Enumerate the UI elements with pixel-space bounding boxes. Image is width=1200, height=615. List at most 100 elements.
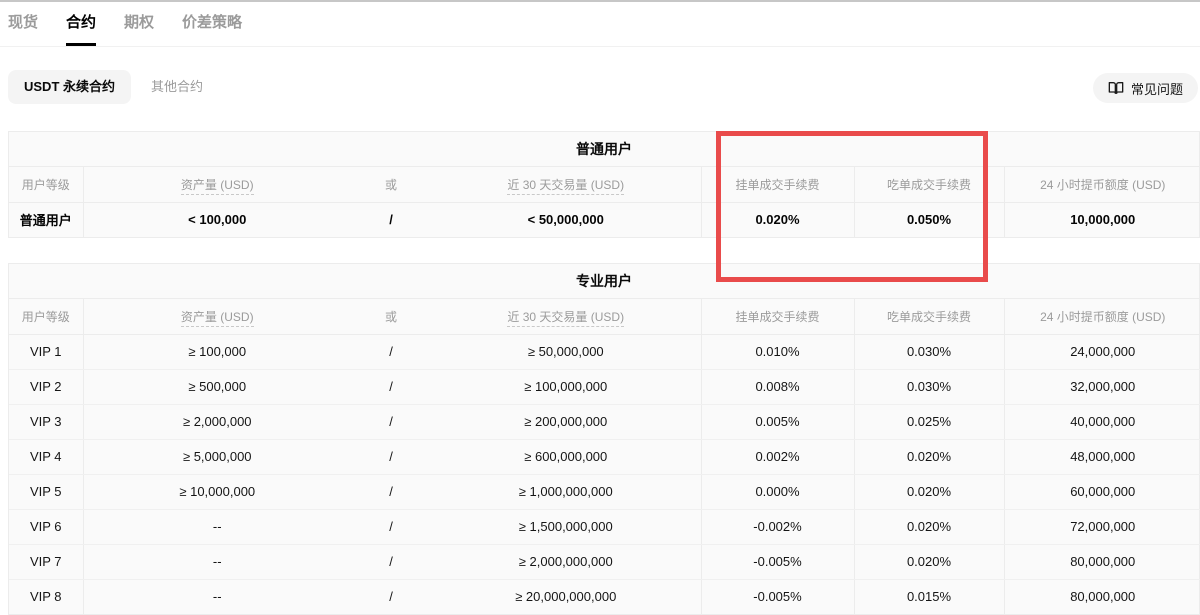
sub-tabs: USDT 永续合约其他合约 常见问题 bbox=[8, 70, 1192, 104]
fees-page: { "colors": { "accent": "#e94b4b", "mute… bbox=[0, 0, 1200, 612]
cell: VIP 8 bbox=[9, 579, 83, 614]
cell: ≥ 100,000,000 bbox=[431, 369, 701, 404]
cell: 40,000,000 bbox=[1004, 404, 1200, 439]
column-header: 用户等级 bbox=[9, 299, 83, 334]
table-regular-users: 普通用户 用户等级 资产量 (USD) 或 近 30 天交易量 (USD) 挂单成交手续… bbox=[8, 131, 1200, 238]
cell: ≥ 1,000,000,000 bbox=[431, 474, 701, 509]
cell: 32,000,000 bbox=[1004, 369, 1200, 404]
tab-options[interactable]: 期权 bbox=[124, 2, 154, 46]
table-row: VIP 1≥ 100,000/≥ 50,000,0000.010%0.030%2… bbox=[9, 334, 1200, 369]
tab-futures[interactable]: 合约 bbox=[66, 2, 96, 46]
column-header: 挂单成交手续费 bbox=[701, 167, 854, 202]
column-header: 近 30 天交易量 (USD) bbox=[431, 299, 701, 334]
cell: VIP 1 bbox=[9, 334, 83, 369]
cell: 80,000,000 bbox=[1004, 544, 1200, 579]
cell: 48,000,000 bbox=[1004, 439, 1200, 474]
pill-other-contracts[interactable]: 其他合约 bbox=[151, 70, 203, 104]
cell: ≥ 10,000,000 bbox=[83, 474, 351, 509]
cell: -0.002% bbox=[701, 509, 854, 544]
faq-button[interactable]: 常见问题 bbox=[1093, 73, 1198, 103]
cell: ≥ 20,000,000,000 bbox=[431, 579, 701, 614]
column-header: 资产量 (USD) bbox=[83, 299, 351, 334]
table-row: VIP 6--/≥ 1,500,000,000-0.002%0.020%72,0… bbox=[9, 509, 1200, 544]
cell: 0.015% bbox=[854, 579, 1004, 614]
fee-table: 用户等级 资产量 (USD) 或 近 30 天交易量 (USD) 挂单成交手续费吃单成交… bbox=[9, 167, 1200, 237]
cell: -0.005% bbox=[701, 544, 854, 579]
cell: 0.030% bbox=[854, 369, 1004, 404]
cell: -0.005% bbox=[701, 579, 854, 614]
cell: / bbox=[351, 439, 431, 474]
cell: 72,000,000 bbox=[1004, 509, 1200, 544]
cell: 0.030% bbox=[854, 334, 1004, 369]
cell: 0.008% bbox=[701, 369, 854, 404]
column-header: 用户等级 bbox=[9, 167, 83, 202]
cell: ≥ 500,000 bbox=[83, 369, 351, 404]
cell: 0.000% bbox=[701, 474, 854, 509]
table-row: VIP 2≥ 500,000/≥ 100,000,0000.008%0.030%… bbox=[9, 369, 1200, 404]
column-header: 资产量 (USD) bbox=[83, 167, 351, 202]
faq-button-label: 常见问题 bbox=[1131, 79, 1183, 98]
tooltip-header[interactable]: 近 30 天交易量 (USD) bbox=[507, 178, 624, 195]
cell: / bbox=[351, 369, 431, 404]
cell: VIP 5 bbox=[9, 474, 83, 509]
cell: -- bbox=[83, 509, 351, 544]
cell: 0.010% bbox=[701, 334, 854, 369]
table-row: VIP 5≥ 10,000,000/≥ 1,000,000,0000.000%0… bbox=[9, 474, 1200, 509]
book-open-icon bbox=[1108, 80, 1124, 96]
column-header: 吃单成交手续费 bbox=[854, 167, 1004, 202]
column-header: 24 小时提币额度 (USD) bbox=[1004, 299, 1200, 334]
contract-type-pills: USDT 永续合约其他合约 bbox=[8, 70, 1192, 104]
column-header: 近 30 天交易量 (USD) bbox=[431, 167, 701, 202]
table-pro-users: 专业用户 用户等级 资产量 (USD) 或 近 30 天交易量 (USD) 挂单成交手续… bbox=[8, 263, 1200, 615]
cell: VIP 6 bbox=[9, 509, 83, 544]
tooltip-header[interactable]: 资产量 (USD) bbox=[181, 178, 254, 195]
cell: 0.025% bbox=[854, 404, 1004, 439]
tab-spot[interactable]: 现货 bbox=[8, 2, 38, 46]
cell: ≥ 1,500,000,000 bbox=[431, 509, 701, 544]
cell: < 100,000 bbox=[83, 202, 351, 237]
cell: / bbox=[351, 334, 431, 369]
cell: / bbox=[351, 202, 431, 237]
cell: VIP 7 bbox=[9, 544, 83, 579]
table-title: 专业用户 bbox=[9, 264, 1199, 299]
table-row: VIP 3≥ 2,000,000/≥ 200,000,0000.005%0.02… bbox=[9, 404, 1200, 439]
table-row: VIP 7--/≥ 2,000,000,000-0.005%0.020%80,0… bbox=[9, 544, 1200, 579]
cell: VIP 4 bbox=[9, 439, 83, 474]
tooltip-header[interactable]: 近 30 天交易量 (USD) bbox=[507, 310, 624, 327]
cell: 0.050% bbox=[854, 202, 1004, 237]
cell: 普通用户 bbox=[9, 202, 83, 237]
cell: ≥ 50,000,000 bbox=[431, 334, 701, 369]
cell: VIP 2 bbox=[9, 369, 83, 404]
cell: ≥ 2,000,000 bbox=[83, 404, 351, 439]
cell: 0.020% bbox=[854, 474, 1004, 509]
cell: / bbox=[351, 509, 431, 544]
cell: 10,000,000 bbox=[1004, 202, 1200, 237]
cell: 0.002% bbox=[701, 439, 854, 474]
column-header: 挂单成交手续费 bbox=[701, 299, 854, 334]
tab-spread[interactable]: 价差策略 bbox=[182, 2, 242, 46]
column-header: 24 小时提币额度 (USD) bbox=[1004, 167, 1200, 202]
cell: 60,000,000 bbox=[1004, 474, 1200, 509]
pill-usdt-perpetual[interactable]: USDT 永续合约 bbox=[8, 70, 131, 104]
cell: 80,000,000 bbox=[1004, 579, 1200, 614]
cell: ≥ 100,000 bbox=[83, 334, 351, 369]
cell: / bbox=[351, 579, 431, 614]
cell: ≥ 600,000,000 bbox=[431, 439, 701, 474]
tooltip-header[interactable]: 资产量 (USD) bbox=[181, 310, 254, 327]
fee-table: 用户等级 资产量 (USD) 或 近 30 天交易量 (USD) 挂单成交手续费吃单成交… bbox=[9, 299, 1200, 614]
cell: 24,000,000 bbox=[1004, 334, 1200, 369]
cell: / bbox=[351, 404, 431, 439]
cell: 0.005% bbox=[701, 404, 854, 439]
cell: ≥ 5,000,000 bbox=[83, 439, 351, 474]
table-row: VIP 8--/≥ 20,000,000,000-0.005%0.015%80,… bbox=[9, 579, 1200, 614]
cell: -- bbox=[83, 544, 351, 579]
cell: 0.020% bbox=[854, 509, 1004, 544]
cell: / bbox=[351, 474, 431, 509]
table-row: 普通用户< 100,000/< 50,000,0000.020%0.050%10… bbox=[9, 202, 1200, 237]
column-header: 或 bbox=[351, 299, 431, 334]
column-header: 或 bbox=[351, 167, 431, 202]
cell: < 50,000,000 bbox=[431, 202, 701, 237]
column-header: 吃单成交手续费 bbox=[854, 299, 1004, 334]
table-title: 普通用户 bbox=[9, 132, 1199, 167]
cell: ≥ 2,000,000,000 bbox=[431, 544, 701, 579]
